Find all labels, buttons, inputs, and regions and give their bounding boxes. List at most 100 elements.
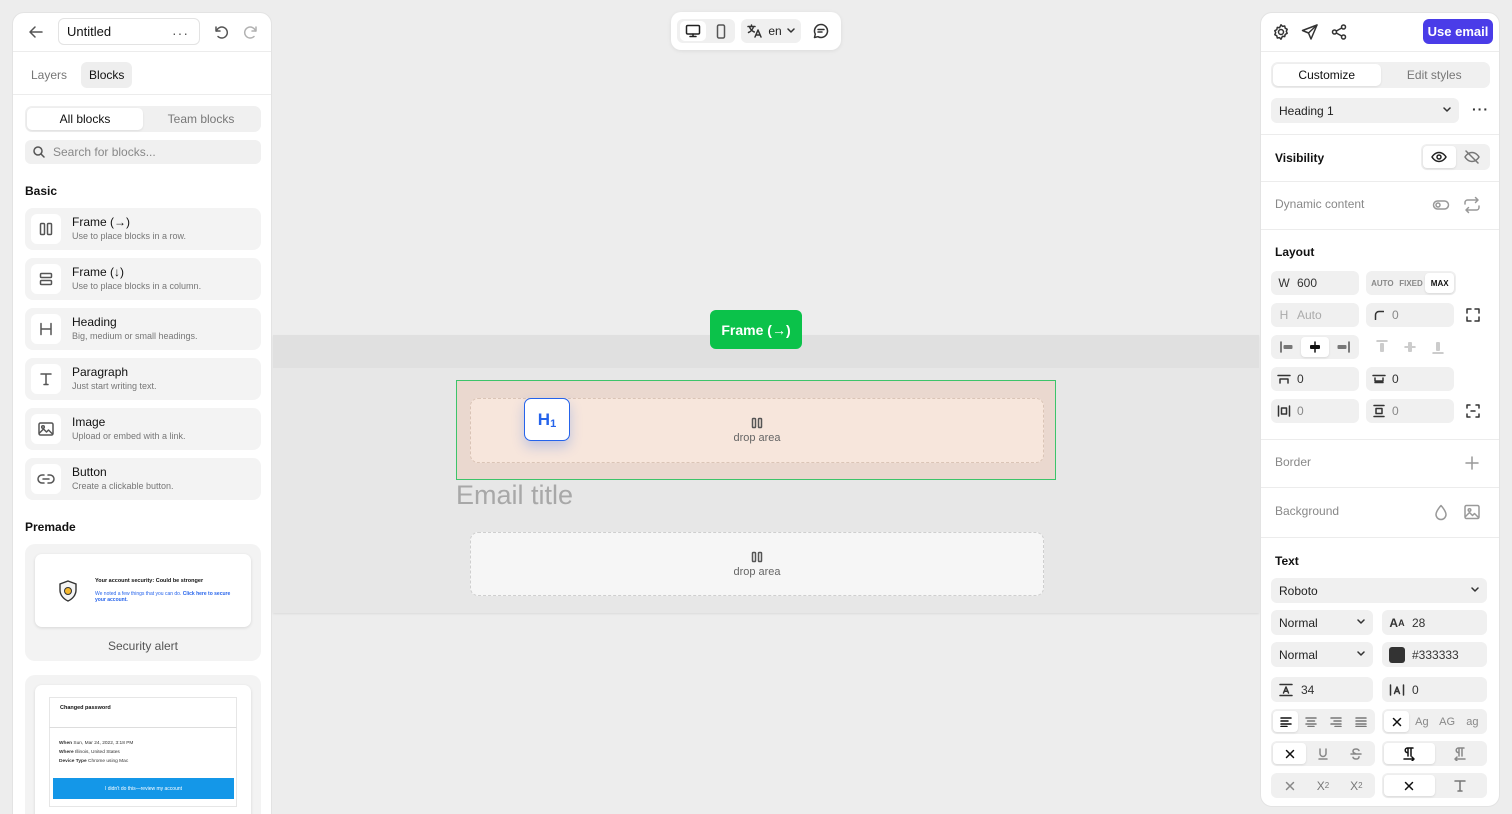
block-heading[interactable]: Heading Big, medium or small headings.: [25, 308, 261, 350]
document-title-field[interactable]: Untitled ···: [58, 18, 200, 45]
team-blocks-tab[interactable]: Team blocks: [143, 108, 259, 130]
tab-blocks[interactable]: Blocks: [81, 62, 133, 88]
settings-gear-icon[interactable]: [1272, 23, 1290, 41]
redo-icon[interactable]: [242, 23, 260, 41]
case-lowercase[interactable]: ag: [1460, 711, 1485, 732]
undo-icon[interactable]: [212, 23, 230, 41]
align-middle-icon[interactable]: [1396, 337, 1424, 357]
link-icon: [31, 464, 61, 494]
more-options-icon[interactable]: ···: [172, 25, 189, 41]
size-fixed[interactable]: FIXED: [1397, 273, 1426, 293]
color-swatch[interactable]: [1382, 646, 1412, 663]
block-image[interactable]: Image Upload or embed with a link.: [25, 408, 261, 450]
email-title[interactable]: Email title: [456, 480, 573, 511]
back-arrow-icon[interactable]: [27, 23, 45, 41]
decoration-none-icon[interactable]: [1273, 743, 1307, 764]
repeat-icon[interactable]: [1463, 196, 1481, 214]
toggle-icon[interactable]: [1432, 196, 1450, 214]
translate-icon: [747, 24, 763, 38]
chevron-down-icon: [786, 28, 795, 33]
font-size-field[interactable]: AA 28: [1382, 610, 1487, 635]
language-dropdown[interactable]: en: [741, 19, 801, 43]
clear-format-icon[interactable]: [1384, 775, 1435, 796]
radius-field[interactable]: 0: [1366, 303, 1454, 327]
premade-changed-password[interactable]: Changed password When Sun, Mar 24, 2022,…: [25, 675, 261, 814]
element-more-icon[interactable]: ···: [1472, 101, 1489, 117]
block-frame-column[interactable]: Frame (↓) Use to place blocks in a colum…: [25, 258, 261, 300]
strikethrough-icon[interactable]: [1340, 743, 1373, 764]
align-top-icon[interactable]: [1368, 337, 1396, 357]
frame-row-label[interactable]: Frame (→): [710, 310, 802, 349]
tab-edit-styles[interactable]: Edit styles: [1381, 64, 1489, 86]
subscript-icon[interactable]: X2: [1306, 775, 1339, 796]
device-toggle: [677, 19, 735, 43]
background-image-icon[interactable]: [1463, 503, 1481, 521]
height-field[interactable]: H Auto: [1271, 303, 1359, 327]
padding-expand-icon[interactable]: [1464, 402, 1482, 420]
element-type-dropdown[interactable]: Heading 1: [1271, 98, 1459, 123]
script-none-icon[interactable]: [1273, 775, 1306, 796]
add-border-icon[interactable]: [1463, 454, 1481, 472]
case-none-icon[interactable]: [1384, 711, 1410, 732]
block-desc: Upload or embed with a link.: [72, 431, 186, 441]
padding-y-field[interactable]: 0: [1366, 399, 1454, 423]
font-family-dropdown[interactable]: Roboto: [1271, 578, 1487, 603]
mobile-icon[interactable]: [710, 23, 732, 39]
case-capitalize[interactable]: Ag: [1409, 711, 1434, 732]
padding-top-field[interactable]: 0: [1271, 367, 1359, 391]
expand-icon[interactable]: [1464, 306, 1482, 324]
letter-spacing-field[interactable]: 0: [1382, 677, 1487, 702]
align-center-icon[interactable]: [1301, 337, 1329, 357]
case-uppercase[interactable]: AG: [1435, 711, 1460, 732]
padding-y-value: 0: [1392, 404, 1399, 418]
block-paragraph[interactable]: Paragraph Just start writing text.: [25, 358, 261, 400]
padding-bottom-field[interactable]: 0: [1366, 367, 1454, 391]
premade-security-alert[interactable]: Your account security: Could be stronger…: [25, 544, 261, 661]
text-align-left-icon[interactable]: [1273, 711, 1298, 732]
tab-layers[interactable]: Layers: [23, 62, 75, 88]
premade-label: Security alert: [107, 639, 179, 653]
dragging-heading-block[interactable]: H1: [524, 398, 570, 441]
drop-area[interactable]: drop area: [470, 532, 1044, 596]
left-topbar: Untitled ···: [13, 13, 271, 51]
all-blocks-tab[interactable]: All blocks: [27, 108, 143, 130]
block-frame-row[interactable]: Frame (→) Use to place blocks in a row.: [25, 208, 261, 250]
ltr-icon[interactable]: [1384, 743, 1435, 764]
superscript-icon[interactable]: X2: [1340, 775, 1373, 796]
send-icon[interactable]: [1301, 23, 1319, 41]
color-drop-icon[interactable]: [1432, 503, 1450, 521]
desktop-icon[interactable]: [680, 21, 706, 41]
left-panel: Untitled ··· Layers Blocks All blocks Te…: [12, 12, 272, 814]
text-decoration-group: [1271, 741, 1375, 766]
comment-icon[interactable]: [809, 19, 833, 43]
width-field[interactable]: W 600: [1271, 271, 1359, 295]
underline-icon[interactable]: [1306, 743, 1339, 764]
tab-customize[interactable]: Customize: [1273, 64, 1381, 86]
size-max[interactable]: MAX: [1425, 273, 1455, 293]
align-left-icon[interactable]: [1273, 337, 1301, 357]
eye-off-icon[interactable]: [1456, 146, 1489, 168]
text-align-justify-icon[interactable]: [1348, 711, 1373, 732]
radius-value: 0: [1392, 308, 1399, 322]
line-height-field[interactable]: 34: [1271, 677, 1373, 702]
text-align-right-icon[interactable]: [1323, 711, 1348, 732]
font-style-dropdown[interactable]: Normal: [1271, 642, 1373, 667]
text-color-field[interactable]: #333333: [1382, 642, 1487, 667]
block-button[interactable]: Button Create a clickable button.: [25, 458, 261, 500]
document-title: Untitled: [67, 24, 112, 39]
align-right-icon[interactable]: [1329, 337, 1357, 357]
text-format-icon[interactable]: [1435, 775, 1486, 796]
chevron-down-icon: [1471, 586, 1479, 592]
block-desc: Just start writing text.: [72, 381, 157, 391]
share-icon[interactable]: [1330, 23, 1348, 41]
padding-x-field[interactable]: 0: [1271, 399, 1359, 423]
use-email-button[interactable]: Use email: [1423, 19, 1493, 44]
chevron-down-icon: [1357, 650, 1365, 656]
font-weight-dropdown[interactable]: Normal: [1271, 610, 1373, 635]
text-align-center-icon[interactable]: [1298, 711, 1323, 732]
search-input[interactable]: [53, 145, 243, 159]
size-auto[interactable]: AUTO: [1368, 273, 1397, 293]
rtl-icon[interactable]: [1435, 743, 1486, 764]
align-bottom-icon[interactable]: [1424, 337, 1452, 357]
eye-icon[interactable]: [1423, 146, 1456, 168]
